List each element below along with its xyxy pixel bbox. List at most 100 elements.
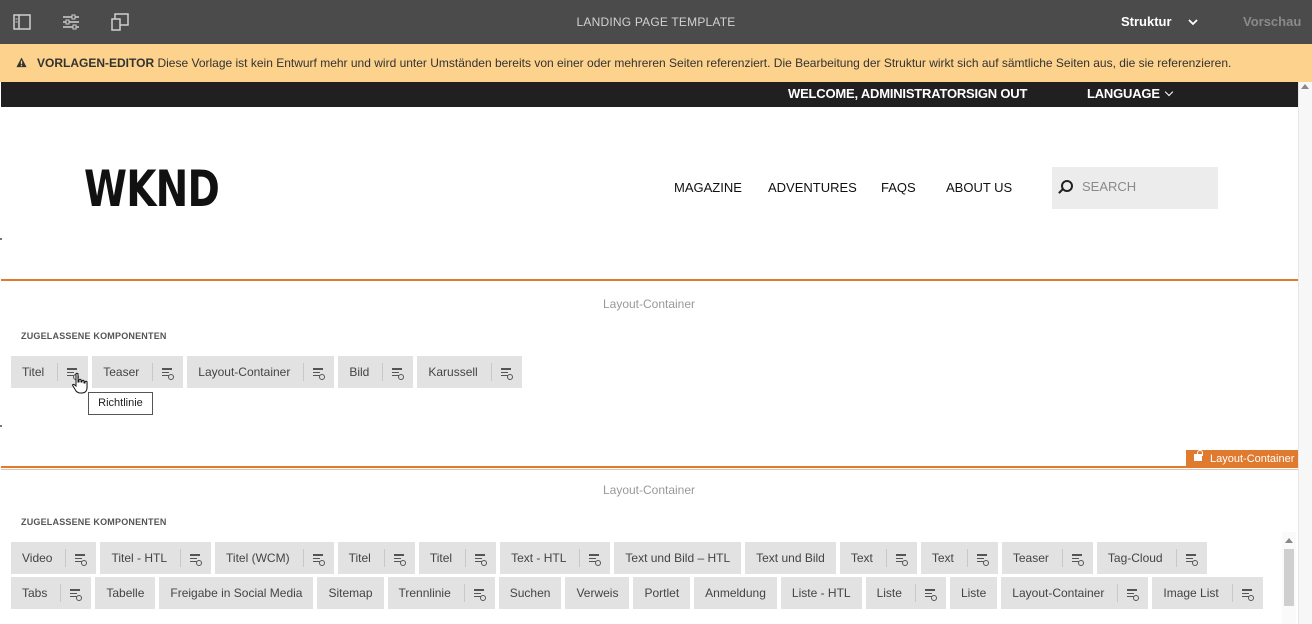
chip-separator <box>465 549 467 567</box>
component-label: Teaser <box>1012 551 1049 565</box>
policy-icon[interactable] <box>392 367 405 380</box>
policy-icon[interactable] <box>1185 553 1198 566</box>
policy-icon[interactable] <box>313 367 326 380</box>
policy-icon[interactable] <box>500 367 513 380</box>
component-label: Text <box>850 551 873 565</box>
site-logo[interactable]: WKND <box>84 164 220 214</box>
component-chip-karussell[interactable]: Karussell <box>417 356 522 388</box>
editor-toolbar: LANDING PAGE TEMPLATE Struktur Vorschau <box>0 0 1312 44</box>
nav-item-adventures[interactable]: ADVENTURES <box>768 180 857 195</box>
component-label: Teaser <box>103 365 140 379</box>
chip-separator <box>490 363 492 381</box>
chip-separator <box>383 549 385 567</box>
scroll-up-icon[interactable] <box>1285 538 1293 543</box>
policy-icon[interactable] <box>976 553 989 566</box>
policy-icon[interactable] <box>1241 588 1254 601</box>
scroll-up-icon[interactable] <box>1301 84 1309 89</box>
component-chip-layout-container[interactable]: Layout-Container <box>1001 577 1149 609</box>
component-chip-teaser[interactable]: Teaser <box>92 356 184 388</box>
component-chip-liste-htl[interactable]: Liste - HTL <box>780 577 862 609</box>
policy-icon[interactable] <box>75 553 88 566</box>
search-icon <box>1061 180 1073 192</box>
component-label: Tabs <box>22 586 48 600</box>
component-chip-titel[interactable]: Titel <box>337 542 415 574</box>
component-chip-suchen[interactable]: Suchen <box>498 577 562 609</box>
chip-separator <box>1175 549 1177 567</box>
component-label: Liste - HTL <box>791 586 851 600</box>
policy-icon[interactable] <box>190 553 203 566</box>
policy-icon[interactable] <box>1127 588 1140 601</box>
component-chip-text[interactable]: Text <box>920 542 998 574</box>
component-chip-text-htl[interactable]: Text - HTL <box>500 542 611 574</box>
policy-icon[interactable] <box>473 588 486 601</box>
component-chip-tag-cloud[interactable]: Tag-Cloud <box>1096 542 1207 574</box>
component-chip-tabs[interactable]: Tabs <box>11 577 92 609</box>
component-chip-image-list[interactable]: Image List <box>1152 577 1263 609</box>
component-chip-freigabe-in-social-media[interactable]: Freigabe in Social Media <box>159 577 314 609</box>
template-warning-banner: VORLAGEN-EDITOR Diese Vorlage ist kein E… <box>0 44 1312 82</box>
banner-heading: VORLAGEN-EDITOR <box>37 56 155 70</box>
layout-container-border <box>1 466 1298 468</box>
component-chip-text-und-bild[interactable]: Text und Bild <box>745 542 836 574</box>
allowed-components-label: ZUGELASSENE KOMPONENTEN <box>21 517 167 527</box>
chip-separator <box>966 549 968 567</box>
chip-separator <box>65 549 67 567</box>
language-label: LANGUAGE <box>1087 86 1160 101</box>
policy-icon[interactable] <box>1071 553 1084 566</box>
component-chip-video[interactable]: Video <box>11 542 97 574</box>
policy-icon[interactable] <box>70 588 83 601</box>
component-label: Tabelle <box>106 586 145 600</box>
search-input[interactable] <box>1082 179 1202 194</box>
policy-icon[interactable] <box>162 367 175 380</box>
nav-item-magazine[interactable]: MAGAZINE <box>674 180 742 195</box>
component-chip-anmeldung[interactable]: Anmeldung <box>694 577 777 609</box>
component-label: Text und Bild – HTL <box>625 551 731 565</box>
component-chip-verweis[interactable]: Verweis <box>565 577 630 609</box>
component-chip-titel-wcm[interactable]: Titel (WCM) <box>215 542 334 574</box>
hand-cursor-icon <box>72 372 88 394</box>
site-search[interactable] <box>1052 167 1218 209</box>
nav-item-faqs[interactable]: FAQS <box>881 180 916 195</box>
component-chip-liste[interactable]: Liste <box>949 577 998 609</box>
preview-button[interactable]: Vorschau <box>1243 14 1301 29</box>
page-scrollbar[interactable] <box>1298 82 1312 624</box>
unlock-icon <box>1194 450 1203 461</box>
container-scrollbar[interactable] <box>1282 532 1296 624</box>
nav-item-about-us[interactable]: ABOUT US <box>946 180 1012 195</box>
policy-icon[interactable] <box>589 553 602 566</box>
policy-icon[interactable] <box>895 553 908 566</box>
component-chip-portlet[interactable]: Portlet <box>633 577 691 609</box>
language-menu[interactable]: LANGUAGE <box>1087 86 1174 101</box>
layout-container-tag-label: Layout-Container <box>1210 453 1295 465</box>
layout-container-title: Layout-Container <box>602 297 696 311</box>
component-chip-tabelle[interactable]: Tabelle <box>95 577 156 609</box>
component-chip-bild[interactable]: Bild <box>338 356 414 388</box>
policy-icon[interactable] <box>393 553 406 566</box>
scrollbar-thumb[interactable] <box>1284 549 1294 606</box>
component-label: Portlet <box>644 586 680 600</box>
component-chip-layout-container[interactable]: Layout-Container <box>187 356 335 388</box>
component-chip-titel[interactable]: Titel <box>418 542 497 574</box>
allowed-components-label: ZUGELASSENE KOMPONENTEN <box>21 331 167 341</box>
component-chip-titel-htl[interactable]: Titel - HTL <box>100 542 212 574</box>
chip-separator <box>1117 584 1119 602</box>
component-chip-liste[interactable]: Liste <box>865 577 946 609</box>
component-label: Suchen <box>509 586 551 600</box>
component-label: Trennlinie <box>398 586 451 600</box>
component-chip-sitemap[interactable]: Sitemap <box>317 577 384 609</box>
component-chip-text[interactable]: Text <box>839 542 917 574</box>
edge-marker <box>0 238 2 240</box>
sign-out-link[interactable]: SIGN OUT <box>966 86 1027 101</box>
policy-icon[interactable] <box>924 588 937 601</box>
chip-separator <box>1231 584 1233 602</box>
policy-icon[interactable] <box>475 553 488 566</box>
chevron-down-icon[interactable] <box>1188 17 1198 27</box>
mode-selector[interactable]: Struktur <box>1121 14 1172 29</box>
component-label: Layout-Container <box>198 365 291 379</box>
component-chip-teaser[interactable]: Teaser <box>1001 542 1093 574</box>
policy-icon[interactable] <box>312 553 325 566</box>
component-chip-text-und-bild-htl[interactable]: Text und Bild – HTL <box>614 542 742 574</box>
chip-separator <box>382 363 384 381</box>
chip-separator <box>180 549 182 567</box>
component-chip-trennlinie[interactable]: Trennlinie <box>387 577 495 609</box>
